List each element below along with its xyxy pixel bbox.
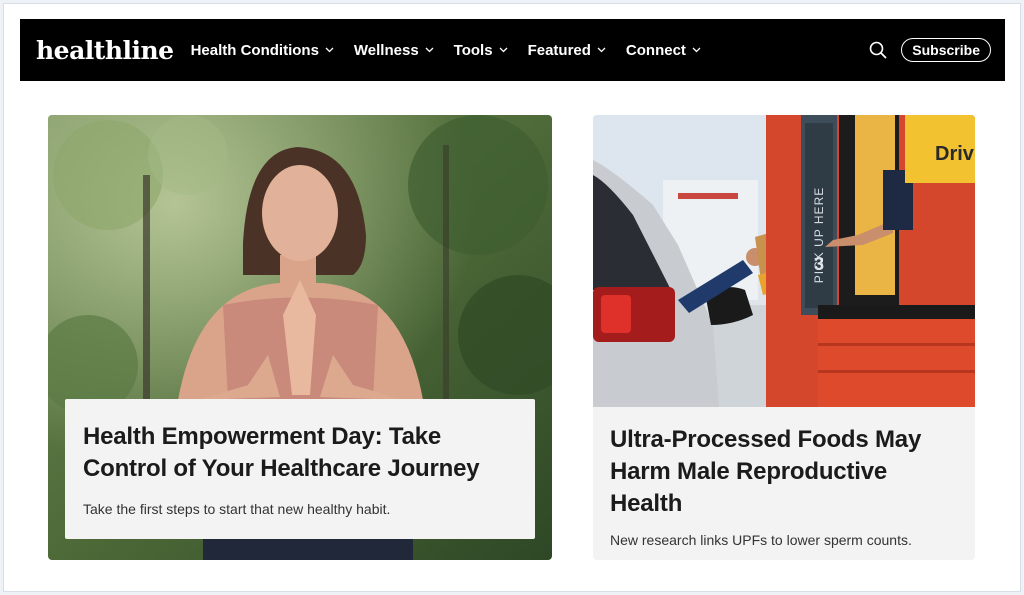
article-hero-image: 3 PICK UP HERE Driv bbox=[593, 115, 975, 407]
nav-item-label: Health Conditions bbox=[190, 41, 319, 59]
chevron-down-icon bbox=[425, 47, 434, 53]
search-icon[interactable] bbox=[869, 41, 887, 59]
featured-article-card[interactable]: Health Empowerment Day: Take Control of … bbox=[48, 115, 552, 560]
nav-menu: Health Conditions Wellness Tools Feature… bbox=[191, 42, 721, 59]
article-headline[interactable]: Ultra-Processed Foods May Harm Male Repr… bbox=[610, 424, 960, 520]
drive-thru-signage: PICK UP HERE bbox=[812, 187, 826, 283]
nav-item-health-conditions[interactable]: Health Conditions bbox=[191, 42, 334, 59]
subscribe-button[interactable]: Subscribe bbox=[901, 38, 991, 62]
article-headline[interactable]: Health Empowerment Day: Take Control of … bbox=[83, 421, 517, 485]
article-card[interactable]: 3 PICK UP HERE Driv Ultra-Processed Food… bbox=[593, 115, 975, 560]
chevron-down-icon bbox=[597, 47, 606, 53]
article-dek: Take the first steps to start that new h… bbox=[83, 501, 391, 517]
chevron-down-icon bbox=[325, 47, 334, 53]
nav-actions: Subscribe bbox=[869, 38, 991, 62]
article-text-panel: Health Empowerment Day: Take Control of … bbox=[65, 399, 535, 539]
article-text-panel: Ultra-Processed Foods May Harm Male Repr… bbox=[610, 424, 960, 550]
chevron-down-icon bbox=[499, 47, 508, 53]
nav-item-label: Connect bbox=[625, 41, 686, 59]
nav-item-tools[interactable]: Tools bbox=[454, 42, 508, 59]
nav-item-featured[interactable]: Featured bbox=[528, 42, 606, 59]
nav-item-label: Wellness bbox=[353, 41, 419, 59]
article-dek: New research links UPFs to lower sperm c… bbox=[610, 532, 912, 548]
nav-item-wellness[interactable]: Wellness bbox=[354, 42, 434, 59]
chevron-down-icon bbox=[692, 47, 701, 53]
nav-item-label: Tools bbox=[453, 41, 493, 59]
healthline-logo[interactable]: healthline bbox=[36, 38, 174, 63]
nav-item-connect[interactable]: Connect bbox=[626, 42, 701, 59]
drive-thru-sign-text: Driv bbox=[935, 143, 975, 165]
top-navigation: healthline Health Conditions Wellness To… bbox=[20, 19, 1005, 81]
nav-item-label: Featured bbox=[527, 41, 591, 59]
